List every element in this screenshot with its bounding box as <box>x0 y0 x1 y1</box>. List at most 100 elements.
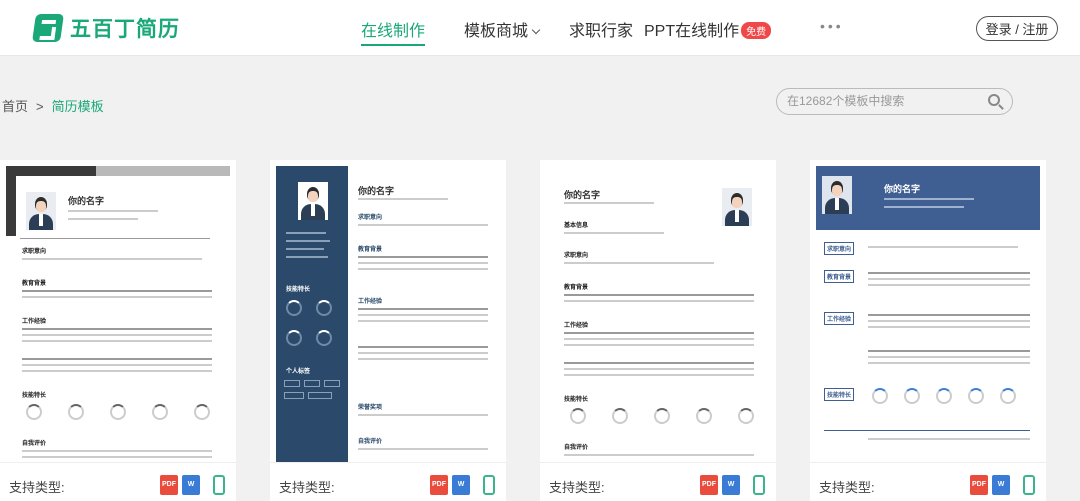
section-job-intent: 求职意向 <box>564 253 589 259</box>
section-work: 工作经验 <box>564 323 589 329</box>
card-footer: 支持类型: PDF W <box>270 462 506 501</box>
skill-ring <box>696 408 712 424</box>
thumb-line <box>868 272 1030 274</box>
thumb-line <box>22 334 212 336</box>
section-basic-info: 基本信息 <box>564 223 589 229</box>
site-logo[interactable]: 五百丁简历 <box>32 13 180 43</box>
thumb-top-bar-dark <box>6 166 96 176</box>
skill-ring <box>316 300 332 316</box>
word-icon: W <box>722 475 740 495</box>
thumb-line <box>286 240 330 242</box>
breadcrumb-current: 简历模板 <box>51 99 104 114</box>
template-card[interactable]: 你的名字 求职意向 教育背景 工作经验 技能特长 自我评价 支持类型: PDF … <box>0 160 236 501</box>
skill-ring <box>936 388 952 404</box>
thumb-line <box>286 256 328 258</box>
pdf-icon: PDF <box>430 475 448 495</box>
login-register-button[interactable]: 登录 / 注册 <box>976 16 1058 41</box>
breadcrumb: 首页 > 简历模板 <box>2 96 104 115</box>
thumb-line <box>868 314 1030 316</box>
section-awards: 荣誉奖项 <box>358 405 383 411</box>
skill-ring <box>654 408 670 424</box>
chevron-down-icon <box>531 25 541 35</box>
nav-template-store-label: 模板商城 <box>464 23 529 40</box>
avatar <box>298 182 328 220</box>
skill-ring <box>152 404 168 420</box>
nav-career-expert[interactable]: 求职行家 <box>569 17 633 41</box>
resume-thumbnail[interactable]: 技能特长 个人标签 你的名字 求职意向 教育背景 工作经验 荣誉奖项 自我评价 <box>276 166 500 462</box>
thumb-line <box>358 448 488 450</box>
tag <box>284 380 300 387</box>
top-header: 五百丁简历 在线制作 模板商城 求职行家 PPT在线制作 免费 ••• 登录 / … <box>0 0 1080 56</box>
skill-ring <box>68 404 84 420</box>
thumb-line <box>358 224 488 226</box>
thumb-line <box>564 362 754 364</box>
section-job-intent: 求职意向 <box>22 249 47 255</box>
section-self-eval: 自我评价 <box>358 439 383 445</box>
section-education: 教育背景 <box>564 285 589 291</box>
thumb-line <box>22 340 212 342</box>
thumb-line <box>564 232 664 234</box>
search-icon[interactable] <box>988 94 1000 106</box>
skill-ring <box>286 300 302 316</box>
section-job-intent: 求职意向 <box>358 215 383 221</box>
template-card[interactable]: 技能特长 个人标签 你的名字 求职意向 教育背景 工作经验 荣誉奖项 自我评价 … <box>270 160 506 501</box>
mobile-icon <box>213 475 225 495</box>
skill-ring <box>904 388 920 404</box>
thumb-line <box>358 198 448 200</box>
thumb-line <box>564 262 714 264</box>
thumb-line <box>358 314 488 316</box>
support-type-label: 支持类型: <box>9 480 65 495</box>
thumb-line <box>68 218 138 220</box>
thumb-line <box>358 352 488 354</box>
nav-ppt-online[interactable]: PPT在线制作 免费 <box>644 17 772 41</box>
skill-ring <box>968 388 984 404</box>
section-education: 教育背景 <box>22 281 47 287</box>
nav-template-store[interactable]: 模板商城 <box>464 17 541 41</box>
thumb-line <box>286 232 326 234</box>
breadcrumb-home[interactable]: 首页 <box>2 99 28 114</box>
thumb-line <box>358 414 488 416</box>
template-card[interactable]: 你的名字 基本信息 求职意向 教育背景 工作经验 技能特长 自我评价 支持类型:… <box>540 160 776 501</box>
thumb-line <box>358 320 488 322</box>
template-search <box>776 88 1013 115</box>
thumb-line <box>22 290 212 292</box>
thumb-line <box>564 454 754 456</box>
skill-ring <box>194 404 210 420</box>
skill-ring <box>26 404 42 420</box>
pdf-icon: PDF <box>160 475 178 495</box>
thumb-line <box>22 456 212 458</box>
section-self-eval: 自我评价 <box>22 441 47 447</box>
nav-ppt-label: PPT在线制作 <box>644 23 740 40</box>
nav-online-make[interactable]: 在线制作 <box>361 17 426 46</box>
tag <box>308 392 332 399</box>
thumb-line <box>22 328 212 330</box>
thumb-line <box>564 332 754 334</box>
template-card[interactable]: 你的名字 求职意向 教育背景 工作经验 技能特长 支持类型: PDF W <box>810 160 1046 501</box>
skill-ring <box>1000 388 1016 404</box>
resume-name: 你的名字 <box>884 184 921 194</box>
resume-thumbnail[interactable]: 你的名字 基本信息 求职意向 教育背景 工作经验 技能特长 自我评价 <box>546 166 770 462</box>
resume-thumbnail[interactable]: 你的名字 求职意向 教育背景 工作经验 技能特长 自我评价 <box>6 166 230 462</box>
thumb-line <box>868 326 1030 328</box>
thumb-line <box>286 248 324 250</box>
resume-thumbnail[interactable]: 你的名字 求职意向 教育背景 工作经验 技能特长 <box>816 166 1040 462</box>
thumb-line <box>868 278 1030 280</box>
search-input[interactable] <box>787 94 977 108</box>
tag <box>304 380 320 387</box>
thumb-line <box>564 300 754 302</box>
support-type-label: 支持类型: <box>819 480 875 495</box>
more-icon[interactable]: ••• <box>820 18 844 34</box>
thumb-line <box>22 258 202 260</box>
skill-ring <box>612 408 628 424</box>
section-education: 教育背景 <box>824 270 855 283</box>
word-icon: W <box>452 475 470 495</box>
skill-ring <box>872 388 888 404</box>
avatar <box>722 188 752 226</box>
skill-ring <box>738 408 754 424</box>
logo-icon <box>32 14 64 42</box>
breadcrumb-separator: > <box>36 99 44 114</box>
thumb-line <box>564 294 754 296</box>
thumb-line <box>358 256 488 258</box>
thumb-line <box>868 350 1030 352</box>
thumb-side-bar <box>6 166 16 236</box>
